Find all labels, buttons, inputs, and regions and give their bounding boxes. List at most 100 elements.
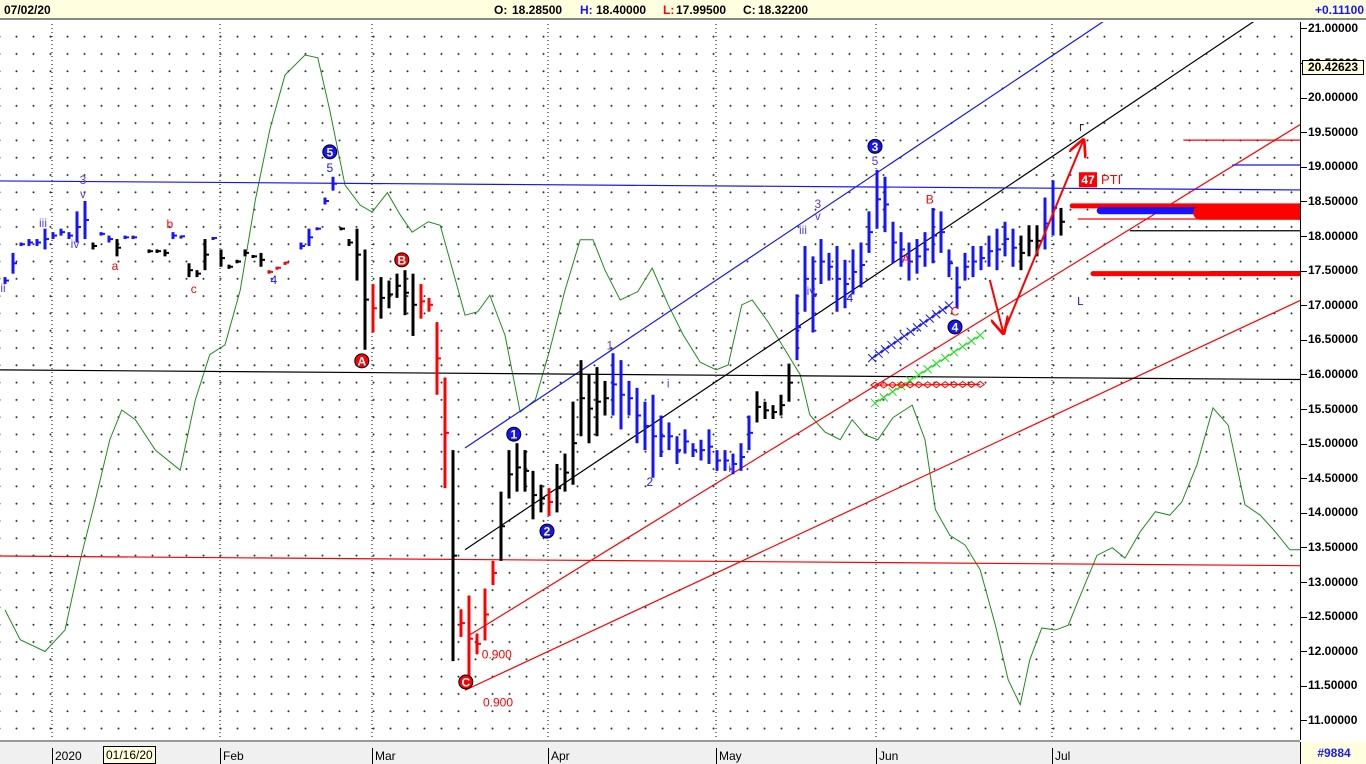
low-label: L: bbox=[663, 3, 675, 17]
month-label: Jul bbox=[1052, 748, 1070, 764]
bracket-mark: L bbox=[1077, 295, 1084, 308]
price-tick-label: 12.50000 bbox=[1301, 610, 1358, 622]
x-marker bbox=[914, 370, 924, 380]
pti-value: 47 bbox=[1081, 173, 1095, 187]
price-tick-label: 19.00000 bbox=[1301, 160, 1358, 172]
open-label: O: bbox=[494, 3, 508, 17]
x-marker bbox=[938, 305, 947, 315]
wave-label: 5 bbox=[326, 161, 333, 175]
wave-label: C bbox=[951, 305, 960, 319]
x-marker bbox=[923, 364, 932, 374]
x-marker bbox=[879, 393, 889, 402]
circled-wave-label: C bbox=[461, 675, 470, 689]
price-chart[interactable]: ii iii iv 3 v a b c 4 5 1 i 2 ii iii 3 v iv 4 5 B A C 0.900 0.90… bbox=[0, 22, 1300, 740]
price-tick-label: 18.50000 bbox=[1301, 195, 1358, 207]
month-label: May bbox=[716, 748, 742, 764]
close-label: C: bbox=[743, 3, 756, 17]
circled-wave-label: 3 bbox=[872, 140, 879, 154]
price-tick-label: 13.00000 bbox=[1301, 576, 1358, 588]
month-label: Apr bbox=[548, 748, 570, 764]
price-tick-label: 15.00000 bbox=[1301, 437, 1358, 449]
price-tick-label: 16.00000 bbox=[1301, 368, 1358, 380]
circled-wave-label: 4 bbox=[952, 320, 959, 334]
x-marker bbox=[893, 336, 903, 345]
x-marker bbox=[870, 398, 880, 408]
level-line bbox=[0, 555, 1300, 567]
marker-track bbox=[874, 383, 981, 386]
year-label: 2020 bbox=[52, 748, 82, 764]
x-marker bbox=[867, 353, 877, 363]
circled-wave-label: 5 bbox=[326, 145, 333, 159]
circled-wave-label: A bbox=[357, 354, 366, 368]
price-tick-label: 13.50000 bbox=[1301, 541, 1358, 553]
wave-label: ii bbox=[0, 281, 5, 295]
chart-canvas: iiiiiiv3vabc451i2iiiii3viv 45BAC0.9000.90… bbox=[0, 22, 1300, 740]
x-marker bbox=[874, 349, 883, 359]
month-label: Jun bbox=[876, 748, 898, 764]
price-tick-label: 18.00000 bbox=[1301, 230, 1358, 242]
time-axis[interactable]: 2020 01/16/20 Feb Mar Apr May Jun Jul bbox=[0, 740, 1300, 764]
wave-label: B bbox=[926, 193, 934, 207]
wave-label: iii bbox=[39, 216, 47, 230]
bar-date: 07/02/20 bbox=[4, 3, 51, 17]
price-tick-label: 11.50000 bbox=[1301, 679, 1357, 691]
circled-wave-label: B bbox=[397, 253, 406, 267]
x-marker bbox=[906, 327, 915, 337]
change-value: +0.11100 bbox=[1314, 3, 1364, 17]
price-tick-label: 21.00000 bbox=[1301, 22, 1358, 34]
price-tick-label: 19.50000 bbox=[1301, 126, 1358, 138]
x-marker bbox=[887, 340, 896, 350]
cursor-date: 01/16/20 bbox=[103, 746, 156, 764]
x-marker bbox=[940, 353, 950, 363]
bracket-mark: ┌ bbox=[1077, 118, 1084, 131]
x-marker bbox=[912, 323, 922, 332]
ohlc-header: 07/02/20 O: 18.28500 H: 18.40000 L: 17.9… bbox=[0, 0, 1366, 20]
wave-label: 5 bbox=[872, 154, 879, 168]
x-marker bbox=[919, 318, 928, 328]
chart-id: #9884 bbox=[1300, 742, 1366, 764]
month-label: Mar bbox=[372, 748, 396, 764]
wave-label: 1 bbox=[606, 339, 613, 353]
projection-arrow bbox=[1002, 140, 1083, 334]
x-marker bbox=[888, 387, 897, 397]
price-tick-label: 15.50000 bbox=[1301, 403, 1358, 415]
x-marker bbox=[932, 359, 941, 368]
wave-label: ii bbox=[728, 461, 733, 475]
x-marker bbox=[880, 344, 890, 354]
x-marker bbox=[949, 347, 959, 357]
wave-label: 3 bbox=[80, 173, 87, 187]
x-marker bbox=[925, 314, 935, 323]
oscillator-line bbox=[4, 54, 1300, 707]
x-marker bbox=[931, 309, 941, 319]
channel-line bbox=[464, 299, 1300, 691]
x-marker bbox=[905, 376, 915, 385]
open-value: 18.28500 bbox=[512, 3, 563, 17]
price-tick-label: 17.00000 bbox=[1301, 299, 1358, 311]
x-marker bbox=[958, 342, 968, 351]
price-tick-label: 14.50000 bbox=[1301, 472, 1358, 484]
price-axis[interactable]: 21.0000020.5000020.0000019.5000019.00000… bbox=[1300, 22, 1366, 740]
projection-arrow bbox=[988, 279, 1004, 333]
price-tick-label: 16.50000 bbox=[1301, 333, 1358, 345]
price-tick-label: 11.00000 bbox=[1301, 714, 1357, 726]
price-tick-label: 12.00000 bbox=[1301, 645, 1358, 657]
x-marker bbox=[975, 330, 985, 340]
wave-label: a bbox=[112, 259, 119, 273]
low-value: 17.99500 bbox=[676, 3, 727, 17]
high-label: H: bbox=[580, 3, 593, 17]
wave-label: iv bbox=[807, 284, 816, 298]
wave-label: 0.900 bbox=[483, 696, 513, 710]
price-tick-label: 20.00000 bbox=[1301, 91, 1358, 103]
wave-label: v bbox=[815, 209, 821, 223]
close-value: 18.32200 bbox=[758, 3, 809, 17]
x-marker bbox=[899, 331, 909, 341]
circled-wave-label: 2 bbox=[544, 525, 551, 539]
wave-label: v bbox=[80, 187, 86, 201]
price-tick-label: 17.50000 bbox=[1301, 264, 1358, 276]
month-label: Feb bbox=[220, 748, 244, 764]
channel-line bbox=[464, 22, 1104, 449]
price-tick-label: 14.00000 bbox=[1301, 506, 1358, 518]
wave-label: iv bbox=[71, 237, 80, 251]
wave-label: 4 bbox=[270, 273, 277, 287]
wave-label: c bbox=[191, 282, 197, 296]
